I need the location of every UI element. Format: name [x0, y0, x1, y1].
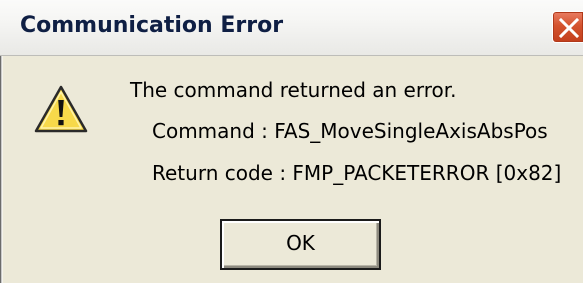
- title-bar[interactable]: Communication Error: [0, 0, 583, 56]
- command-detail: Command : FAS_MoveSingleAxisAbsPos: [152, 119, 548, 143]
- warning-icon: [34, 85, 88, 133]
- close-icon: [558, 18, 580, 38]
- error-message: The command returned an error.: [130, 78, 457, 102]
- return-code-detail: Return code : FMP_PACKETERROR [0x82]: [152, 161, 562, 185]
- window-title: Communication Error: [20, 13, 284, 38]
- ok-button[interactable]: OK: [220, 219, 381, 270]
- communication-error-dialog: Communication Error The command returned…: [0, 0, 583, 283]
- close-button[interactable]: [552, 11, 583, 43]
